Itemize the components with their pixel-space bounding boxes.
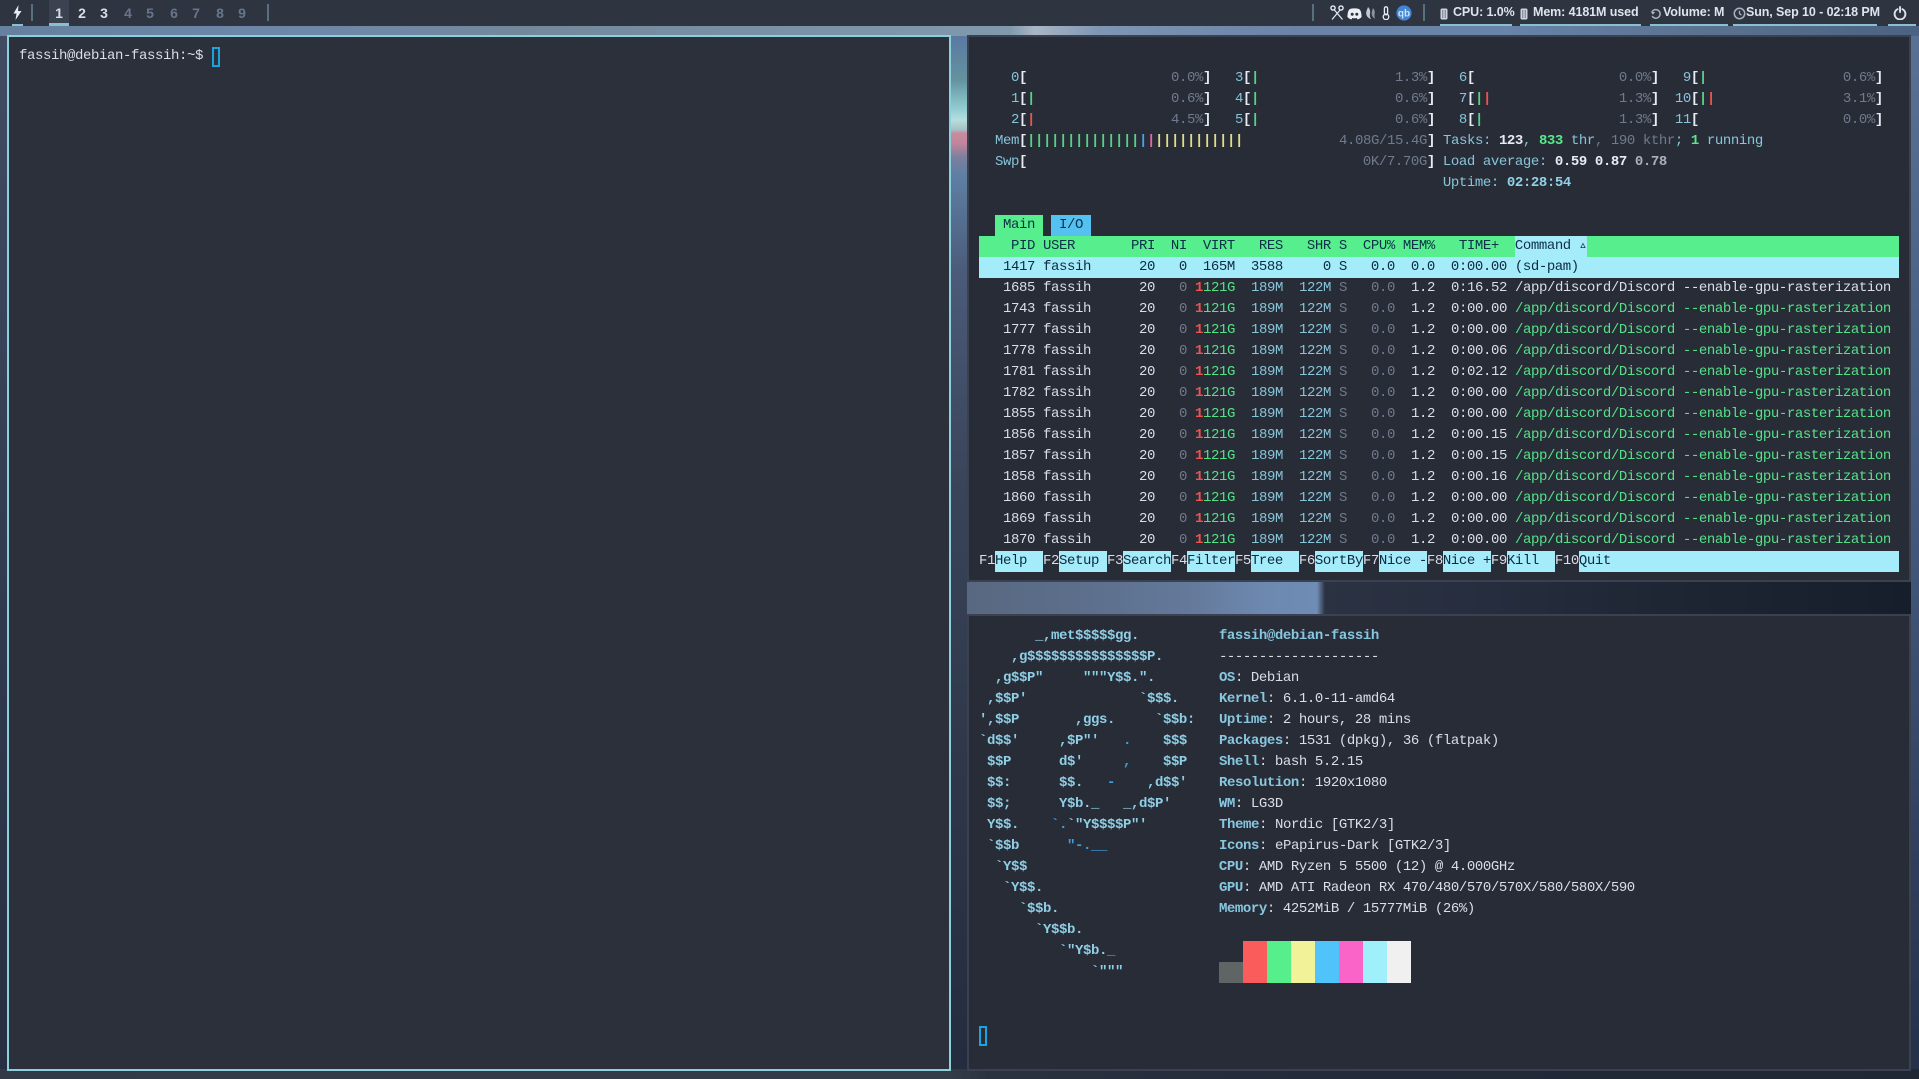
svg-text:qb: qb bbox=[1398, 9, 1410, 20]
